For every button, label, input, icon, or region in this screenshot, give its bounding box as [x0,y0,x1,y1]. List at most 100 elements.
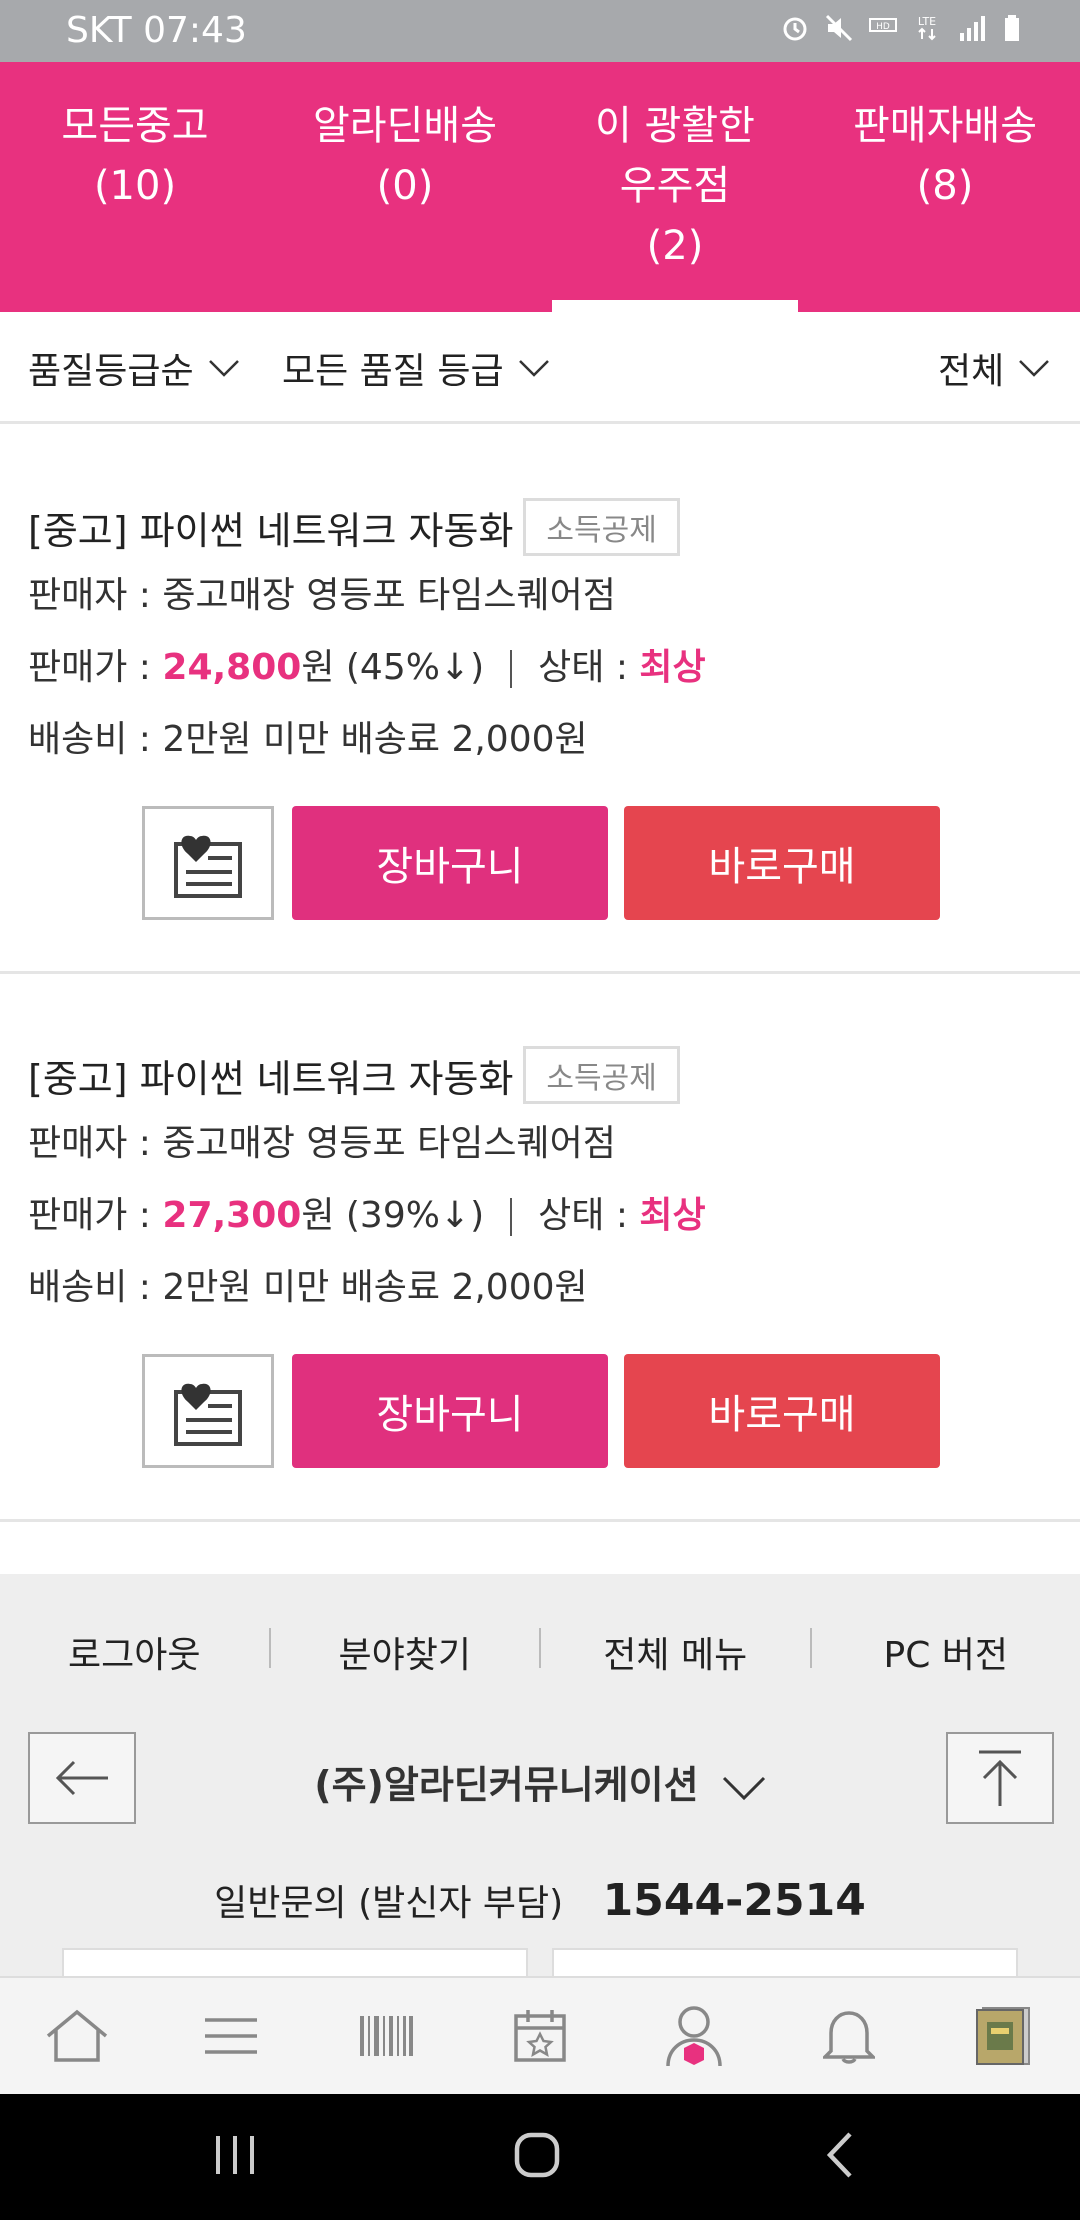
tab-label: 모든중고 [61,103,209,149]
menu-icon [205,2018,258,2054]
chevron-down-icon [722,1776,765,1800]
tab-seller-delivery[interactable]: 판매자배송 (8) [810,62,1080,312]
svg-text:HD: HD [876,22,890,32]
price-discount: 원 (39%↓) [301,1195,485,1236]
calendar-star-icon [514,2010,566,2062]
add-to-cart-button[interactable]: 장바구니 [292,1354,608,1468]
nav-notifications[interactable] [771,1978,925,2094]
divider [510,650,513,688]
product-title-row: [중고] 파이썬 네트워크 자동화 소득공제 [28,498,680,556]
seller-label: 판매자 : [28,1123,151,1164]
tab-label-line1: 이 광활한 [595,103,755,149]
logout-link[interactable]: 로그아웃 [0,1626,269,1678]
price-value: 27,300 [162,1195,302,1236]
price-discount: 원 (45%↓) [301,647,485,688]
tab-store[interactable]: 이 광활한 우주점 (2) [540,62,810,312]
tab-label-line2: 우주점 [619,163,731,209]
nav-calendar[interactable] [463,1978,617,2094]
condition-label: 상태 : [538,647,628,688]
seller-name: 중고매장 영등포 타임스퀘어점 [162,575,616,616]
contact-line: 일반문의 (발신자 부담) 1544-2514 [0,1874,1080,1926]
barcode-icon [359,2016,413,2056]
tab-all-used[interactable]: 모든중고 (10) [0,62,270,312]
category-search-link[interactable]: 분야찾기 [271,1626,540,1678]
product-card: [중고] 파이썬 네트워크 자동화 소득공제 판매자 : 중고매장 영등포 타임… [0,426,1080,974]
company-dropdown[interactable]: (주)알라딘커뮤니케이션 [0,1754,1080,1809]
heart-list-icon [174,835,242,898]
contact-label: 일반문의 (발신자 부담) [214,1883,564,1924]
status-bar: SKT 07:43 HD LTE [0,0,1080,62]
heart-list-icon [174,1383,242,1446]
seller-tabs: 모든중고 (10) 알라딘배송 (0) 이 광활한 우주점 (2) 판매자배송 … [0,62,1080,312]
status-icons: HD LTE [780,12,1030,44]
tab-count: (0) [376,163,434,209]
system-nav-bar [0,2094,1080,2220]
lte-icon: LTE [918,15,936,41]
tab-count: (10) [93,163,177,209]
tab-aladin-delivery[interactable]: 알라딘배송 (0) [270,62,540,312]
tab-label: 알라딘배송 [313,103,497,149]
mute-icon [825,14,853,42]
footer: 로그아웃 분야찾기 전체 메뉴 PC 버전 (주)알라딘커뮤니케이션 일반문의 … [0,1574,1080,1988]
price-label: 판매가 : [28,647,151,688]
seller-line: 판매자 : 중고매장 영등포 타임스퀘어점 [28,1114,616,1166]
chevron-down-icon [208,360,239,377]
shipping-line: 배송비 : 2만원 미만 배송료 2,000원 [28,719,588,760]
my-page-icon [666,2006,723,2067]
home-icon [47,2009,108,2062]
hd-voice-icon: HD [869,18,897,32]
quality-label: 모든 품질 등급 [282,351,504,392]
company-name: (주)알라딘커뮤니케이션 [314,1763,699,1807]
contact-number[interactable]: 1544-2514 [603,1875,866,1926]
condition-value: 최상 [639,1195,706,1236]
tab-count: (2) [646,223,704,269]
home-button-icon[interactable] [512,2130,562,2180]
nav-my-page[interactable] [617,1978,771,2094]
quality-dropdown[interactable]: 모든 품질 등급 [282,342,550,394]
book-thumbnail [975,2007,1030,2065]
seller-name: 중고매장 영등포 타임스퀘어점 [162,1123,616,1164]
product-title[interactable]: [중고] 파이썬 네트워크 자동화 [28,500,513,555]
active-tab-indicator [552,300,798,312]
carrier-time: SKT 07:43 [66,10,247,51]
battery-icon [1005,15,1019,41]
price-value: 24,800 [162,647,302,688]
sort-label: 품질등급순 [28,351,194,392]
wishlist-button[interactable] [142,1354,274,1468]
alarm-icon [783,17,807,41]
buy-now-button[interactable]: 바로구매 [624,1354,940,1468]
scope-dropdown[interactable]: 전체 [938,342,1050,394]
seller-label: 판매자 : [28,575,151,616]
seller-line: 판매자 : 중고매장 영등포 타임스퀘어점 [28,566,616,618]
nav-home[interactable] [0,1978,154,2094]
nav-barcode[interactable] [309,1978,463,2094]
tax-deduction-badge: 소득공제 [523,498,680,556]
chevron-down-icon [1019,360,1050,377]
full-menu-link[interactable]: 전체 메뉴 [541,1626,810,1678]
divider [510,1198,513,1236]
add-to-cart-button[interactable]: 장바구니 [292,806,608,920]
wishlist-button[interactable] [142,806,274,920]
bottom-nav [0,1976,1080,2094]
price-line: 판매가 : 24,800원 (45%↓) 상태 : 최상 [28,638,706,690]
tab-count: (8) [916,163,974,209]
nav-menu[interactable] [154,1978,308,2094]
product-title[interactable]: [중고] 파이썬 네트워크 자동화 [28,1048,513,1103]
recent-apps-icon[interactable] [212,2130,258,2180]
product-title-row: [중고] 파이썬 네트워크 자동화 소득공제 [28,1046,680,1104]
footer-links: 로그아웃 분야찾기 전체 메뉴 PC 버전 [0,1626,1080,1678]
signal-icon [960,16,985,41]
buy-now-button[interactable]: 바로구매 [624,806,940,920]
back-nav-icon[interactable] [822,2130,858,2180]
tax-deduction-badge: 소득공제 [523,1046,680,1104]
sort-dropdown[interactable]: 품질등급순 [28,342,240,394]
condition-label: 상태 : [538,1195,628,1236]
svg-text:LTE: LTE [918,15,936,28]
bell-icon [822,2011,875,2064]
condition-value: 최상 [639,647,706,688]
nav-recent-book[interactable] [926,1978,1080,2094]
scroll-top-button[interactable] [946,1732,1054,1824]
product-card: [중고] 파이썬 네트워크 자동화 소득공제 판매자 : 중고매장 영등포 타임… [0,974,1080,1522]
pc-version-link[interactable]: PC 버전 [812,1626,1080,1678]
price-label: 판매가 : [28,1195,151,1236]
